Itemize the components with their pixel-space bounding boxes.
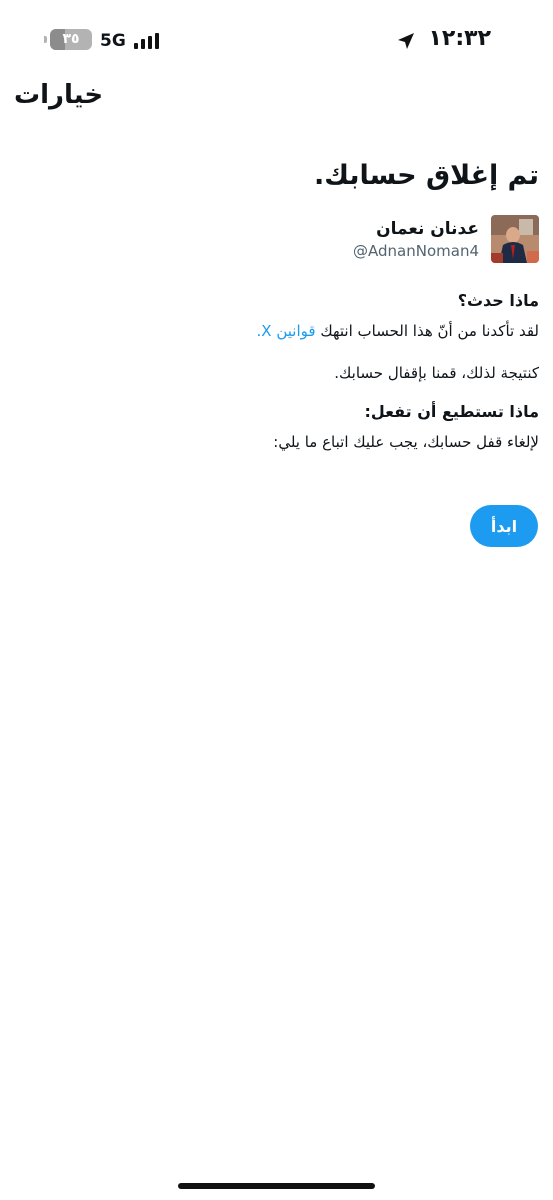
page-title: خيارات: [14, 80, 104, 110]
notice-title: تم إغلاق حسابك.: [313, 160, 539, 191]
violation-text: لقد تأكدنا من أنّ هذا الحساب انتهك: [320, 322, 539, 340]
what-to-do-text: لإلغاء قفل حسابك، يجب عليك اتباع ما يلي:: [273, 433, 539, 451]
location-arrow-icon: [398, 33, 414, 49]
account-locked-notice: تم إغلاق حسابك. عدنان نعمان @AdnanNoman4…: [0, 150, 553, 453]
avatar: [491, 215, 539, 263]
account-name: عدنان نعمان: [376, 218, 479, 239]
signal-icon: [134, 33, 159, 49]
result-text: كنتيجة لذلك، قمنا بإقفال حسابك.: [334, 364, 539, 382]
battery-level: ٣٥: [62, 31, 80, 47]
avatar-image: [491, 215, 539, 263]
what-happened-heading: ماذا حدث؟: [457, 291, 539, 310]
rules-link[interactable]: قوانين X: [261, 322, 315, 340]
account-card: عدنان نعمان @AdnanNoman4: [14, 215, 539, 263]
status-time: ١٢:٣٢: [428, 26, 491, 51]
status-bar: ٣٥ 5G ١٢:٣٢: [0, 0, 553, 80]
start-button[interactable]: ابدأ: [470, 505, 538, 547]
battery-tip: [44, 36, 47, 43]
battery-indicator: ٣٥: [50, 29, 92, 50]
account-info: عدنان نعمان @AdnanNoman4: [353, 219, 479, 260]
home-indicator[interactable]: [178, 1183, 375, 1189]
what-happened-text: لقد تأكدنا من أنّ هذا الحساب انتهك قواني…: [14, 320, 539, 342]
what-to-do-heading: ماذا تستطيع أن تفعل:: [364, 402, 539, 421]
account-handle: @AdnanNoman4: [353, 241, 479, 260]
network-label: 5G: [100, 31, 126, 51]
